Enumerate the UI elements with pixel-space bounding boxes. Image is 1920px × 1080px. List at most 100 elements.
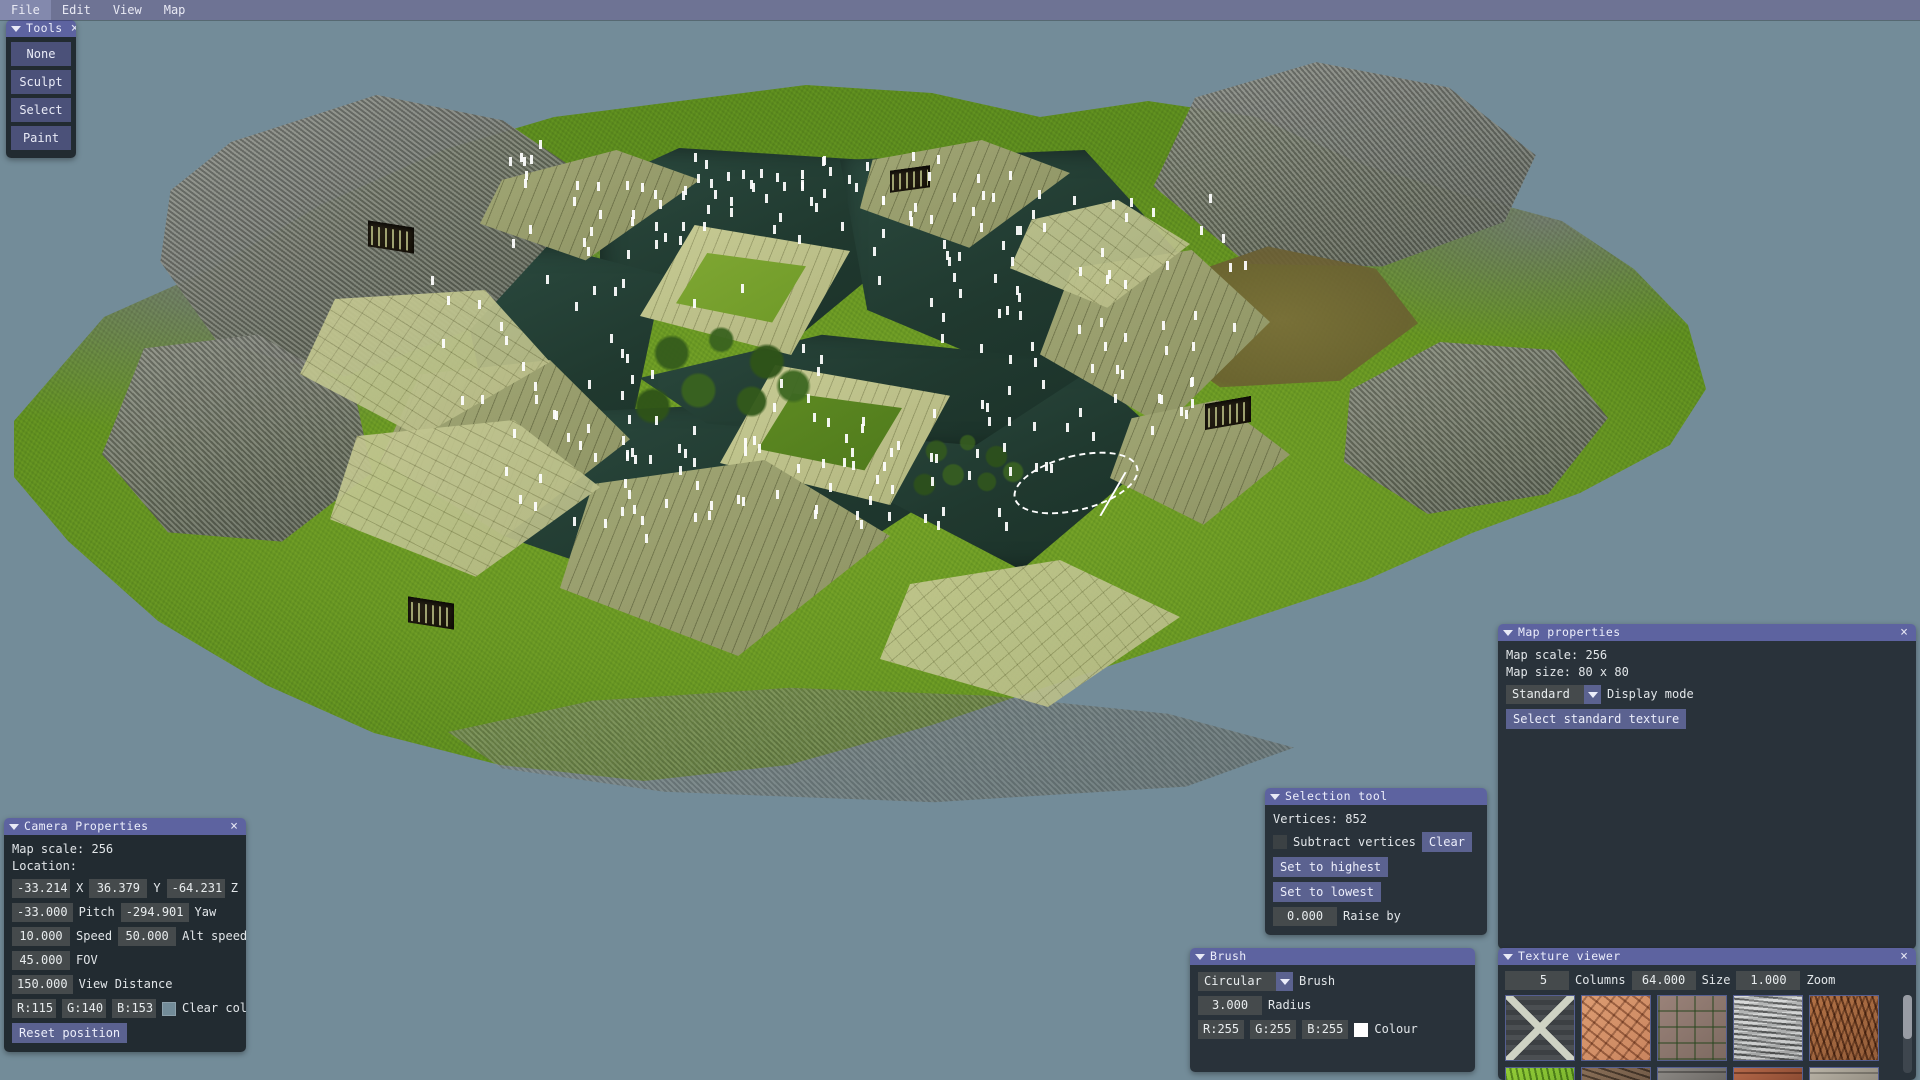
- brush-radius-input[interactable]: 3.000: [1198, 996, 1262, 1015]
- menu-view[interactable]: View: [102, 0, 153, 20]
- display-mode-dropdown[interactable]: Standard: [1506, 685, 1601, 704]
- map-properties-titlebar[interactable]: Map properties ×: [1498, 624, 1916, 641]
- vertex-marker: [931, 477, 934, 486]
- clear-colour-r-input[interactable]: R:115: [12, 999, 56, 1018]
- texture-thumb-brick[interactable]: [1733, 1067, 1803, 1080]
- close-icon[interactable]: ×: [68, 22, 76, 35]
- camera-fov-input[interactable]: 45.000: [12, 951, 70, 970]
- vertex-marker: [841, 222, 844, 231]
- texture-thumb-stone[interactable]: [1657, 1067, 1727, 1080]
- reset-position-button[interactable]: Reset position: [12, 1023, 128, 1043]
- tool-button-select[interactable]: Select: [11, 98, 71, 122]
- texture-viewer-titlebar[interactable]: Texture viewer ×: [1498, 948, 1916, 965]
- camera-view-distance-input[interactable]: 150.000: [12, 975, 73, 994]
- camera-alt-speed-input[interactable]: 50.000: [118, 927, 177, 946]
- set-to-lowest-button[interactable]: Set to lowest: [1273, 882, 1381, 902]
- vertex-marker: [827, 418, 830, 427]
- menu-edit[interactable]: Edit: [51, 0, 102, 20]
- vertex-marker: [801, 180, 804, 189]
- vertex-marker: [1190, 378, 1193, 387]
- vertex-marker: [882, 196, 885, 205]
- texture-thumb-pale-stone[interactable]: [1809, 1067, 1879, 1080]
- collapse-triangle-icon[interactable]: [11, 25, 21, 32]
- camera-panel-titlebar[interactable]: Camera Properties ×: [4, 818, 246, 835]
- vertex-marker: [852, 461, 855, 470]
- chevron-down-icon[interactable]: [1276, 972, 1293, 991]
- menu-map[interactable]: Map: [153, 0, 197, 20]
- camera-z-input[interactable]: -64.231: [166, 879, 225, 898]
- vertex-marker: [1073, 196, 1076, 205]
- raise-by-input[interactable]: 0.000: [1273, 907, 1337, 926]
- brush-shape-label: Brush: [1299, 974, 1336, 988]
- texture-thumb-gravel[interactable]: [1733, 995, 1803, 1061]
- close-icon[interactable]: ×: [227, 820, 241, 833]
- texture-thumb-crate[interactable]: [1505, 995, 1575, 1061]
- vertex-marker: [758, 444, 761, 453]
- vertex-marker: [679, 236, 682, 245]
- brush-colour-swatch[interactable]: [1354, 1022, 1369, 1037]
- texture-thumb-mossy-cobble[interactable]: [1657, 995, 1727, 1061]
- vertex-marker: [1078, 325, 1081, 334]
- tools-panel-titlebar[interactable]: Tools ×: [6, 20, 76, 37]
- clear-selection-button[interactable]: Clear: [1421, 832, 1472, 852]
- vertex-marker: [980, 223, 983, 232]
- texture-thumb-grass[interactable]: [1505, 1067, 1575, 1080]
- close-icon[interactable]: ×: [1897, 950, 1911, 963]
- select-standard-texture-button[interactable]: Select standard texture: [1506, 709, 1687, 729]
- camera-panel-body: Map scale: 256 Location: -33.214 X 36.37…: [4, 835, 246, 1052]
- vertex-marker: [622, 436, 625, 445]
- menu-bar: File Edit View Map: [0, 0, 1920, 20]
- zoom-input[interactable]: 1.000: [1736, 971, 1801, 990]
- vertex-marker: [851, 448, 854, 457]
- clear-colour-swatch[interactable]: [162, 1001, 176, 1016]
- brush-shape-dropdown[interactable]: Circular: [1198, 972, 1293, 991]
- chevron-down-icon[interactable]: [1584, 685, 1601, 704]
- brush-shape-value: Circular: [1198, 972, 1276, 991]
- vertex-marker: [710, 179, 713, 188]
- vertex-marker: [679, 466, 682, 475]
- set-to-highest-button[interactable]: Set to highest: [1273, 857, 1389, 877]
- texture-thumb-sandstone[interactable]: [1581, 995, 1651, 1061]
- collapse-triangle-icon[interactable]: [1195, 953, 1205, 960]
- camera-yaw-input[interactable]: -294.901: [120, 903, 189, 922]
- texture-viewer-scrollbar[interactable]: [1903, 995, 1912, 1073]
- vertex-marker: [520, 153, 523, 162]
- camera-y-input[interactable]: 36.379: [89, 879, 148, 898]
- brush-panel-titlebar[interactable]: Brush: [1190, 948, 1475, 965]
- tool-button-none[interactable]: None: [11, 42, 71, 66]
- selection-panel-titlebar[interactable]: Selection tool: [1265, 788, 1487, 805]
- camera-x-input[interactable]: -33.214: [12, 879, 71, 898]
- vertex-marker: [1112, 200, 1115, 209]
- vertex-marker: [1244, 261, 1247, 270]
- tool-button-sculpt[interactable]: Sculpt: [11, 70, 71, 94]
- vertex-marker: [442, 339, 445, 348]
- subtract-vertices-checkbox[interactable]: [1273, 835, 1287, 849]
- map-properties-panel: Map properties × Map scale: 256 Map size…: [1498, 624, 1916, 949]
- vertex-marker: [986, 403, 989, 412]
- close-icon[interactable]: ×: [1897, 626, 1911, 639]
- collapse-triangle-icon[interactable]: [1503, 953, 1513, 960]
- vertex-marker: [535, 395, 538, 404]
- vertex-marker: [714, 190, 717, 199]
- collapse-triangle-icon[interactable]: [1503, 629, 1513, 636]
- vertex-marker: [626, 450, 629, 459]
- brush-colour-b-input[interactable]: B:255: [1302, 1020, 1349, 1039]
- camera-speed-input[interactable]: 10.000: [12, 927, 70, 946]
- size-input[interactable]: 64.000: [1631, 971, 1696, 990]
- brush-colour-r-input[interactable]: R:255: [1198, 1020, 1245, 1039]
- texture-thumb-bark[interactable]: [1809, 995, 1879, 1061]
- columns-input[interactable]: 5: [1505, 971, 1569, 990]
- vertex-marker: [587, 247, 590, 256]
- vertex-marker: [1116, 365, 1119, 374]
- camera-pitch-input[interactable]: -33.000: [12, 903, 73, 922]
- tool-button-paint[interactable]: Paint: [11, 126, 71, 150]
- brush-colour-g-input[interactable]: G:255: [1250, 1020, 1297, 1039]
- clear-colour-b-input[interactable]: B:153: [112, 999, 156, 1018]
- collapse-triangle-icon[interactable]: [1270, 793, 1280, 800]
- vertex-marker: [593, 286, 596, 295]
- texture-thumb-dirt[interactable]: [1581, 1067, 1651, 1080]
- collapse-triangle-icon[interactable]: [9, 823, 19, 830]
- clear-colour-g-input[interactable]: G:140: [62, 999, 106, 1018]
- vertex-marker: [573, 197, 576, 206]
- menu-file[interactable]: File: [0, 0, 51, 20]
